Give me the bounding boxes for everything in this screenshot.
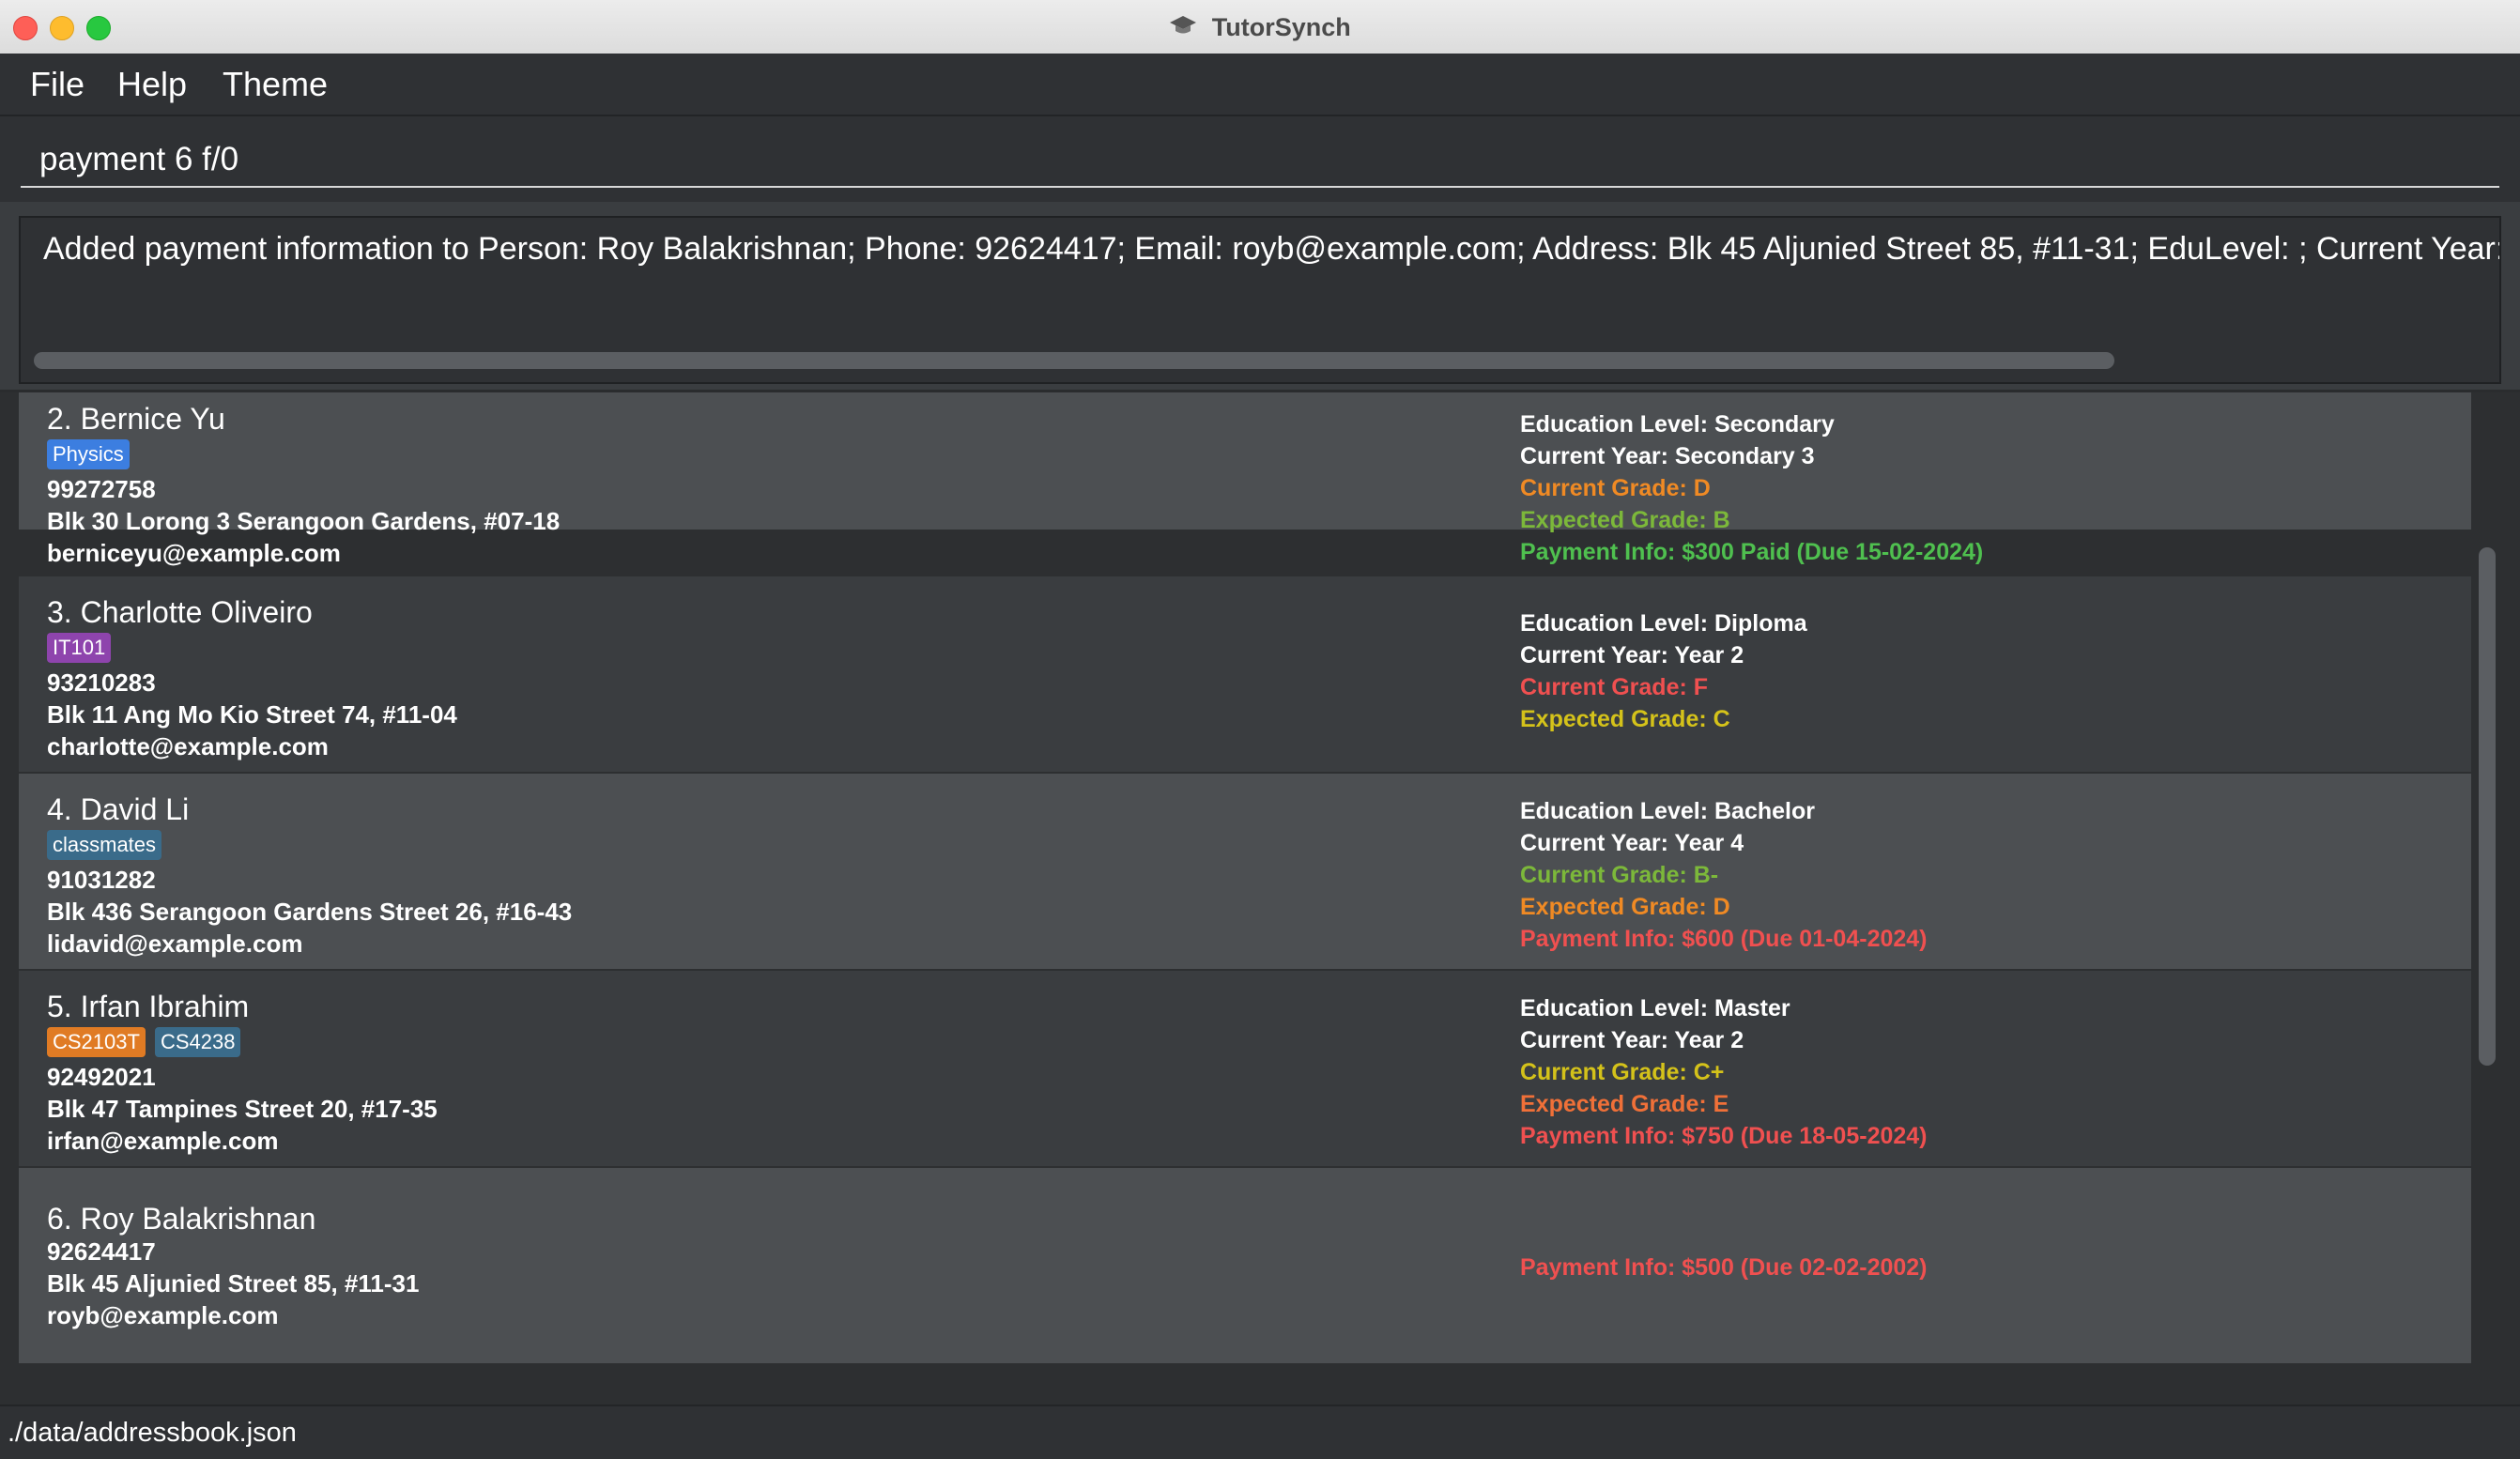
payment-info: Payment Info: $300 Paid (Due 15-02-2024): [1520, 539, 1984, 565]
person-list: 2. Bernice Yu Physics 99272758 Blk 30 Lo…: [0, 392, 2520, 1405]
expected-grade: Expected Grade: B: [1520, 507, 1730, 533]
education-level: Education Level: Master: [1520, 995, 1790, 1021]
current-year: Current Year: Year 2: [1520, 1027, 1744, 1053]
result-message: Added payment information to Person: Roy…: [43, 231, 2501, 267]
expected-grade: Expected Grade: E: [1520, 1091, 1729, 1117]
tag-list: CS2103T CS4238: [47, 1027, 250, 1057]
tag-list: Physics: [47, 439, 139, 469]
person-name: 4. David Li: [47, 792, 190, 826]
payment-info: Payment Info: $750 (Due 18-05-2024): [1520, 1123, 1928, 1149]
person-address: Blk 436 Serangoon Gardens Street 26, #16…: [47, 898, 573, 926]
person-card[interactable]: 3. Charlotte Oliveiro IT101 93210283 Blk…: [19, 576, 2471, 772]
tag: CS4238: [154, 1027, 241, 1057]
person-card[interactable]: 6. Roy Balakrishnan 92624417 Blk 45 Alju…: [19, 1168, 2471, 1363]
tag-list: IT101: [47, 633, 120, 663]
person-email: lidavid@example.com: [47, 929, 303, 958]
education-level: Education Level: Secondary: [1520, 411, 1835, 438]
status-bar: ./data/addressbook.json: [0, 1405, 2520, 1459]
graduation-cap-icon: [1169, 14, 1197, 43]
person-card[interactable]: 5. Irfan Ibrahim CS2103T CS4238 92492021 …: [19, 971, 2471, 1166]
data-file-path: ./data/addressbook.json: [8, 1418, 297, 1448]
horizontal-scrollbar[interactable]: [34, 352, 2114, 369]
tag: Physics: [47, 439, 130, 469]
window-title: TutorSynch: [1211, 13, 1351, 41]
person-name: 3. Charlotte Oliveiro: [47, 595, 313, 629]
person-email: irfan@example.com: [47, 1127, 279, 1155]
menu-bar: File Help Theme: [0, 54, 2520, 116]
education-level: Education Level: Diploma: [1520, 610, 1807, 637]
person-email: royb@example.com: [47, 1301, 279, 1329]
result-display: Added payment information to Person: Roy…: [19, 216, 2501, 384]
menu-help[interactable]: Help: [117, 65, 187, 104]
person-card[interactable]: 4. David Li classmates 91031282 Blk 436 …: [19, 774, 2471, 969]
title-bar: TutorSynch: [0, 0, 2520, 54]
person-phone: 93210283: [47, 668, 156, 697]
person-email: charlotte@example.com: [47, 732, 329, 760]
tag: CS2103T: [47, 1027, 146, 1057]
person-phone: 92492021: [47, 1063, 156, 1091]
person-name: 2. Bernice Yu: [47, 402, 225, 436]
menu-file[interactable]: File: [30, 65, 85, 104]
person-card[interactable]: 2. Bernice Yu Physics 99272758 Blk 30 Lo…: [19, 392, 2471, 567]
person-name: 6. Roy Balakrishnan: [47, 1202, 316, 1236]
command-input[interactable]: [21, 133, 2499, 188]
person-email: berniceyu@example.com: [47, 539, 341, 567]
tag: IT101: [47, 633, 112, 663]
education-level: Education Level: Bachelor: [1520, 798, 1815, 824]
vertical-scrollbar[interactable]: [2479, 547, 2496, 1066]
person-phone: 99272758: [47, 475, 156, 503]
current-year: Current Year: Secondary 3: [1520, 443, 1815, 469]
payment-info: Payment Info: $600 (Due 01-04-2024): [1520, 926, 1928, 952]
current-year: Current Year: Year 2: [1520, 642, 1744, 668]
expected-grade: Expected Grade: D: [1520, 894, 1730, 920]
current-grade: Current Grade: B-: [1520, 862, 1719, 888]
current-grade: Current Grade: D: [1520, 475, 1711, 501]
person-phone: 92624417: [47, 1237, 156, 1266]
current-grade: Current Grade: F: [1520, 674, 1709, 700]
current-year: Current Year: Year 4: [1520, 830, 1744, 856]
tag-list: classmates: [47, 830, 171, 860]
tag: classmates: [47, 830, 162, 860]
person-phone: 91031282: [47, 866, 156, 894]
payment-info: Payment Info: $500 (Due 02-02-2002): [1520, 1254, 1928, 1281]
expected-grade: Expected Grade: C: [1520, 706, 1730, 732]
person-name: 5. Irfan Ibrahim: [47, 990, 250, 1023]
person-address: Blk 30 Lorong 3 Serangoon Gardens, #07-1…: [47, 507, 561, 535]
window-title-wrapper: TutorSynch: [0, 13, 2520, 43]
current-grade: Current Grade: C+: [1520, 1059, 1725, 1085]
person-address: Blk 11 Ang Mo Kio Street 74, #11-04: [47, 700, 457, 729]
person-address: Blk 45 Aljunied Street 85, #11-31: [47, 1269, 420, 1298]
person-address: Blk 47 Tampines Street 20, #17-35: [47, 1095, 438, 1123]
menu-theme[interactable]: Theme: [223, 65, 328, 104]
command-box: [0, 116, 2520, 202]
